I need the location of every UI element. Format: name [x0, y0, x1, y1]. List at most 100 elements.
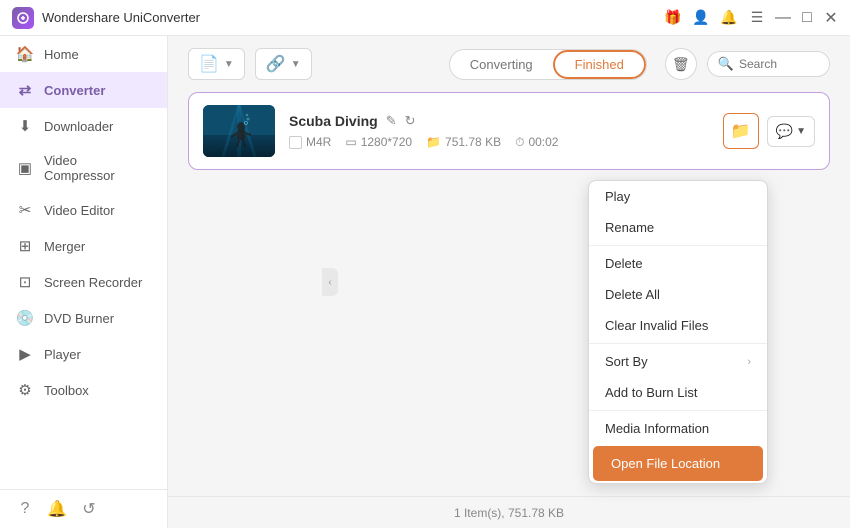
add-to-burn-label: Add to Burn List	[605, 385, 698, 400]
file-size-item: 📁 751.78 KB	[426, 135, 501, 149]
bell-icon[interactable]: 🔔	[720, 9, 738, 27]
sidebar-label-converter: Converter	[44, 83, 105, 98]
context-menu-clear-invalid[interactable]: Clear Invalid Files	[589, 310, 767, 341]
file-card: Scuba Diving ✎ ↻ M4R ▭ 1280*720	[188, 92, 830, 170]
file-duration: 00:02	[528, 135, 558, 149]
close-button[interactable]: ✕	[824, 11, 838, 25]
app-logo	[12, 7, 34, 29]
sidebar-label-dvd: DVD Burner	[44, 311, 114, 326]
tab-finished[interactable]: Finished	[553, 50, 646, 79]
sidebar-item-video-editor[interactable]: ✂ Video Editor	[0, 192, 167, 228]
sidebar-label-toolbox: Toolbox	[44, 383, 89, 398]
file-duration-item: ⏱ 00:02	[515, 135, 558, 150]
sidebar-label-compressor: Video Compressor	[44, 153, 151, 183]
sidebar-item-toolbox[interactable]: ⚙ Toolbox	[0, 372, 167, 408]
user-icon[interactable]: 👤	[692, 9, 710, 27]
context-menu-rename[interactable]: Rename	[589, 212, 767, 243]
add-url-button[interactable]: 🔗 ▼	[255, 48, 312, 80]
dropdown-chevron-icon: ▼	[796, 126, 806, 137]
downloader-icon: ⬇	[16, 117, 34, 135]
delete-label: Delete	[605, 256, 643, 271]
add-file-dropdown-icon: ▼	[224, 59, 234, 70]
message-icon: 💬	[776, 123, 793, 140]
sort-by-label: Sort By	[605, 354, 648, 369]
file-list-area: Scuba Diving ✎ ↻ M4R ▭ 1280*720	[168, 92, 850, 496]
minimize-button[interactable]: —	[776, 11, 790, 25]
sidebar-label-player: Player	[44, 347, 81, 362]
content-area: ‹ 📄 ▼ 🔗 ▼ Converting Finished 🗑 🔍	[168, 36, 850, 528]
player-icon: ▶	[16, 345, 34, 363]
context-menu-sort-by[interactable]: Sort By ›	[589, 346, 767, 377]
folder-icon: 📁	[731, 121, 751, 141]
delete-button[interactable]: 🗑	[665, 48, 697, 80]
sidebar-label-editor: Video Editor	[44, 203, 115, 218]
sidebar-item-home[interactable]: 🏠 Home	[0, 36, 167, 72]
edit-filename-icon[interactable]: ✎	[386, 113, 397, 129]
help-icon[interactable]: ?	[16, 500, 34, 518]
window-controls: 🎁 👤 🔔 ☰ — □ ✕	[664, 9, 838, 27]
sidebar-item-player[interactable]: ▶ Player	[0, 336, 167, 372]
sidebar-item-merger[interactable]: ⊞ Merger	[0, 228, 167, 264]
add-url-icon: 🔗	[266, 54, 286, 74]
resolution-icon: ▭	[345, 135, 356, 149]
refresh-icon[interactable]: ↻	[405, 113, 416, 129]
menu-icon[interactable]: ☰	[748, 9, 766, 27]
file-thumbnail	[203, 105, 275, 157]
status-bar: 1 Item(s), 751.78 KB	[168, 496, 850, 528]
context-menu-open-file-location[interactable]: Open File Location	[593, 446, 763, 481]
menu-divider-3	[589, 410, 767, 411]
app-title: Wondershare UniConverter	[42, 10, 664, 25]
file-checkbox: M4R	[289, 135, 331, 149]
open-folder-button[interactable]: 📁	[723, 113, 759, 149]
sidebar-item-downloader[interactable]: ⬇ Downloader	[0, 108, 167, 144]
file-resolution-item: ▭ 1280*720	[345, 135, 412, 149]
sidebar-bottom: ? 🔔 ↺	[0, 489, 167, 528]
notification-icon[interactable]: 🔔	[48, 500, 66, 518]
thumbnail-image	[203, 105, 275, 157]
sidebar-label-merger: Merger	[44, 239, 85, 254]
home-icon: 🏠	[16, 45, 34, 63]
maximize-button[interactable]: □	[800, 11, 814, 25]
search-box: 🔍	[707, 51, 830, 77]
sidebar-item-converter[interactable]: ⇄ Converter	[0, 72, 167, 108]
search-icon: 🔍	[718, 56, 734, 72]
file-size: 751.78 KB	[445, 135, 501, 149]
dvd-icon: 💿	[16, 309, 34, 327]
file-format: M4R	[306, 135, 331, 149]
delete-icon: 🗑	[672, 56, 690, 73]
file-meta: M4R ▭ 1280*720 📁 751.78 KB ⏱ 00:02	[289, 135, 709, 150]
search-input[interactable]	[739, 57, 819, 71]
message-button[interactable]: 💬 ▼	[767, 116, 815, 147]
sidebar-item-video-compressor[interactable]: ▣ Video Compressor	[0, 144, 167, 192]
sidebar: 🏠 Home ⇄ Converter ⬇ Downloader ▣ Video …	[0, 36, 168, 528]
chevron-right-icon: ›	[747, 356, 751, 368]
context-menu-play[interactable]: Play	[589, 181, 767, 212]
context-menu: Play Rename Delete Delete All Clear Inva…	[588, 180, 768, 484]
feedback-icon[interactable]: ↺	[80, 500, 98, 518]
file-title-row: Scuba Diving ✎ ↻	[289, 113, 709, 129]
rename-label: Rename	[605, 220, 654, 235]
duration-icon: ⏱	[515, 135, 524, 150]
editor-icon: ✂	[16, 201, 34, 219]
add-file-icon: 📄	[199, 54, 219, 74]
collapse-sidebar-button[interactable]: ‹	[322, 268, 338, 296]
add-file-button[interactable]: 📄 ▼	[188, 48, 245, 80]
file-name: Scuba Diving	[289, 113, 378, 129]
context-menu-delete[interactable]: Delete	[589, 248, 767, 279]
compressor-icon: ▣	[16, 159, 34, 177]
context-menu-add-to-burn[interactable]: Add to Burn List	[589, 377, 767, 408]
add-url-dropdown-icon: ▼	[291, 59, 301, 70]
file-info: Scuba Diving ✎ ↻ M4R ▭ 1280*720	[289, 113, 709, 150]
sidebar-item-screen-recorder[interactable]: ⊡ Screen Recorder	[0, 264, 167, 300]
menu-divider-1	[589, 245, 767, 246]
gift-icon[interactable]: 🎁	[664, 9, 682, 27]
open-file-location-label: Open File Location	[611, 456, 720, 471]
tab-converting[interactable]: Converting	[450, 50, 553, 79]
play-label: Play	[605, 189, 630, 204]
sidebar-item-dvd-burner[interactable]: 💿 DVD Burner	[0, 300, 167, 336]
tab-group: Converting Finished	[449, 49, 647, 80]
converter-icon: ⇄	[16, 81, 34, 99]
context-menu-delete-all[interactable]: Delete All	[589, 279, 767, 310]
menu-divider-2	[589, 343, 767, 344]
context-menu-media-info[interactable]: Media Information	[589, 413, 767, 444]
